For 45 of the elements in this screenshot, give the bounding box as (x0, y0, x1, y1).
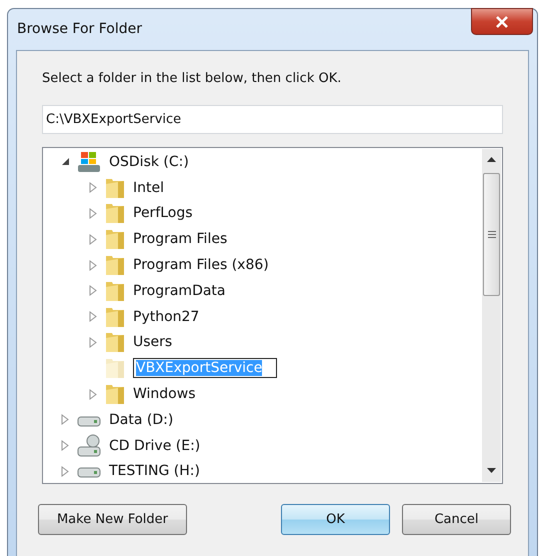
collapsed-arrow-icon[interactable] (89, 336, 97, 348)
tree-item[interactable]: Python27 (133, 308, 200, 325)
collapsed-arrow-icon[interactable] (89, 182, 97, 194)
folder-icon (105, 330, 125, 354)
tree-item[interactable]: OSDisk (C:) (109, 154, 189, 170)
collapsed-arrow-icon[interactable] (89, 311, 97, 322)
scroll-down-icon[interactable] (487, 468, 496, 474)
drive-icon (77, 434, 101, 458)
expanded-arrow-icon[interactable] (61, 157, 70, 166)
tree-item[interactable]: Program Files (x86) (133, 257, 269, 274)
tree-item[interactable]: Users (133, 334, 172, 350)
tree-item[interactable]: Program Files (133, 231, 228, 248)
tree-item[interactable]: Intel (133, 180, 164, 196)
window-title: Browse For Folder (17, 21, 142, 37)
grip-icon (488, 231, 496, 238)
collapsed-arrow-icon[interactable] (89, 285, 97, 296)
tree-item[interactable]: Data (D:) (109, 412, 174, 428)
collapsed-arrow-icon[interactable] (89, 388, 97, 400)
tree-item[interactable]: PerfLogs (133, 205, 193, 222)
collapsed-arrow-icon[interactable] (61, 466, 69, 477)
collapsed-arrow-icon[interactable] (89, 234, 97, 245)
instruction-text: Select a folder in the list below, then click OK. (42, 71, 342, 88)
folder-icon (105, 227, 125, 252)
collapsed-arrow-icon[interactable] (61, 414, 69, 426)
folder-icon (105, 253, 125, 278)
drive-icon (77, 150, 101, 174)
close-icon (495, 16, 509, 28)
dialog-button[interactable]: Cancel (402, 504, 511, 535)
folder-icon (105, 201, 125, 226)
close-button[interactable] (471, 8, 533, 35)
tree-item[interactable]: ProgramData (133, 282, 226, 299)
collapsed-arrow-icon[interactable] (61, 440, 69, 452)
dialog-button[interactable]: Make New Folder (38, 504, 187, 535)
path-field[interactable]: C:\VBXExportService (42, 105, 503, 134)
tree-item[interactable]: TESTING (H:) (109, 463, 200, 480)
folder-icon (105, 356, 125, 380)
collapsed-arrow-icon[interactable] (89, 260, 97, 271)
scrollbar[interactable] (482, 149, 501, 482)
collapsed-arrow-icon[interactable] (89, 208, 97, 219)
tree-item[interactable]: CD Drive (E:) (109, 438, 200, 454)
folder-icon (105, 382, 125, 406)
tree-item[interactable]: Windows (133, 386, 196, 402)
dialog-button[interactable]: OK (281, 504, 390, 535)
scroll-up-icon[interactable] (487, 157, 496, 163)
scrollbar-thumb[interactable] (483, 173, 500, 296)
